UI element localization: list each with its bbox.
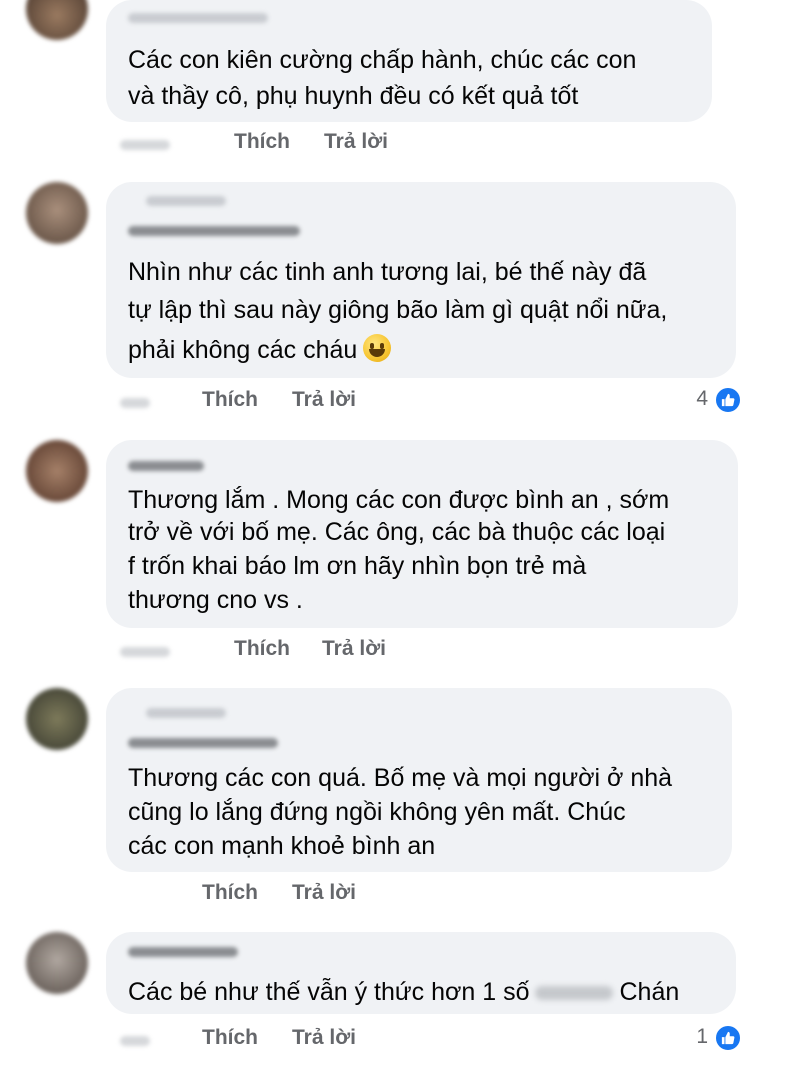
reply-button[interactable]: Trả lời — [324, 130, 388, 154]
comment-text-segment: Chán — [619, 978, 680, 1006]
author-name-redacted[interactable] — [128, 13, 268, 23]
reaction-summary[interactable]: 4 — [660, 386, 742, 416]
comment-text-line: Các bé như thế vẫn ý thức hơn 1 số Chán — [128, 974, 679, 1010]
author-name-redacted[interactable] — [128, 461, 204, 471]
comment-bubble: Các con kiên cường chấp hành, chúc các c… — [106, 0, 712, 122]
comment: Nhìn như các tinh anh tương lai, bé thế … — [0, 182, 800, 422]
comment-text-line: Thương lắm . Mong các con được bình an ,… — [128, 486, 670, 514]
reply-button[interactable]: Trả lời — [292, 881, 356, 905]
comment-text-segment: phải không các cháu — [128, 336, 358, 364]
comment-bubble: Thương lắm . Mong các con được bình an ,… — [106, 440, 738, 628]
comment-actions: Thích Trả lời — [120, 388, 520, 418]
reaction-summary[interactable]: 1 — [660, 1024, 742, 1054]
avatar[interactable] — [26, 440, 88, 502]
comment: Thương lắm . Mong các con được bình an ,… — [0, 440, 800, 680]
timestamp-redacted[interactable] — [120, 647, 170, 657]
comment-bubble: Thương các con quá. Bố mẹ và mọi người ở… — [106, 688, 732, 872]
author-name-redacted[interactable] — [128, 947, 238, 957]
redacted-word — [535, 986, 614, 1001]
comment-text-line: thương cno vs . — [128, 586, 303, 614]
comment-text-line: phải không các cháu — [128, 332, 392, 368]
comment-text-line: Nhìn như các tinh anh tương lai, bé thế … — [128, 258, 647, 286]
reply-context-redacted — [146, 196, 226, 206]
comment: Các bé như thế vẫn ý thức hơn 1 số Chán T… — [0, 932, 800, 1070]
comment-bubble: Nhìn như các tinh anh tương lai, bé thế … — [106, 182, 736, 378]
comment: Thương các con quá. Bố mẹ và mọi người ở… — [0, 688, 800, 918]
comment-text-line: các con mạnh khoẻ bình an — [128, 832, 436, 860]
comment-actions: Thích Trả lời — [120, 637, 520, 667]
reply-context-redacted — [146, 708, 226, 718]
reply-button[interactable]: Trả lời — [292, 1026, 356, 1050]
comment: Các con kiên cường chấp hành, chúc các c… — [0, 0, 800, 160]
comment-text-line: cũng lo lắng đứng ngồi không yên mất. Ch… — [128, 798, 626, 826]
reaction-count: 1 — [696, 1025, 708, 1048]
comment-text-line: Các con kiên cường chấp hành, chúc các c… — [128, 46, 637, 74]
like-button[interactable]: Thích — [202, 1026, 258, 1050]
avatar[interactable] — [26, 932, 88, 994]
timestamp-redacted[interactable] — [120, 140, 170, 150]
avatar[interactable] — [26, 0, 88, 40]
avatar[interactable] — [26, 688, 88, 750]
avatar[interactable] — [26, 182, 88, 244]
comment-text-line: trở về với bố mẹ. Các ông, các bà thuộc … — [128, 518, 666, 546]
timestamp-redacted[interactable] — [120, 1036, 150, 1046]
reply-button[interactable]: Trả lời — [292, 388, 356, 412]
comment-actions: Thích Trả lời — [120, 130, 520, 160]
like-button[interactable]: Thích — [234, 637, 290, 661]
comment-actions: Thích Trả lời — [120, 881, 520, 911]
author-name-redacted[interactable] — [128, 226, 300, 236]
like-reaction-icon — [714, 1024, 742, 1052]
comment-actions: Thích Trả lời — [120, 1026, 520, 1056]
author-name-redacted[interactable] — [128, 738, 278, 748]
comment-bubble: Các bé như thế vẫn ý thức hơn 1 số Chán — [106, 932, 736, 1014]
comment-text-line: f trốn khai báo lm ơn hãy nhìn bọn trẻ m… — [128, 552, 587, 580]
like-reaction-icon — [714, 386, 742, 414]
grinning-face-emoji — [363, 334, 392, 362]
reaction-count: 4 — [696, 387, 708, 410]
reply-button[interactable]: Trả lời — [322, 637, 386, 661]
timestamp-redacted[interactable] — [120, 398, 150, 408]
comment-text-line: tự lập thì sau này giông bão làm gì quật… — [128, 296, 668, 324]
like-button[interactable]: Thích — [234, 130, 290, 154]
comment-text-segment: Các bé như thế vẫn ý thức hơn 1 số — [128, 978, 530, 1006]
like-button[interactable]: Thích — [202, 881, 258, 905]
like-button[interactable]: Thích — [202, 388, 258, 412]
comment-text-line: Thương các con quá. Bố mẹ và mọi người ở… — [128, 764, 673, 792]
comment-text-line: và thầy cô, phụ huynh đều có kết quả tốt — [128, 82, 579, 110]
